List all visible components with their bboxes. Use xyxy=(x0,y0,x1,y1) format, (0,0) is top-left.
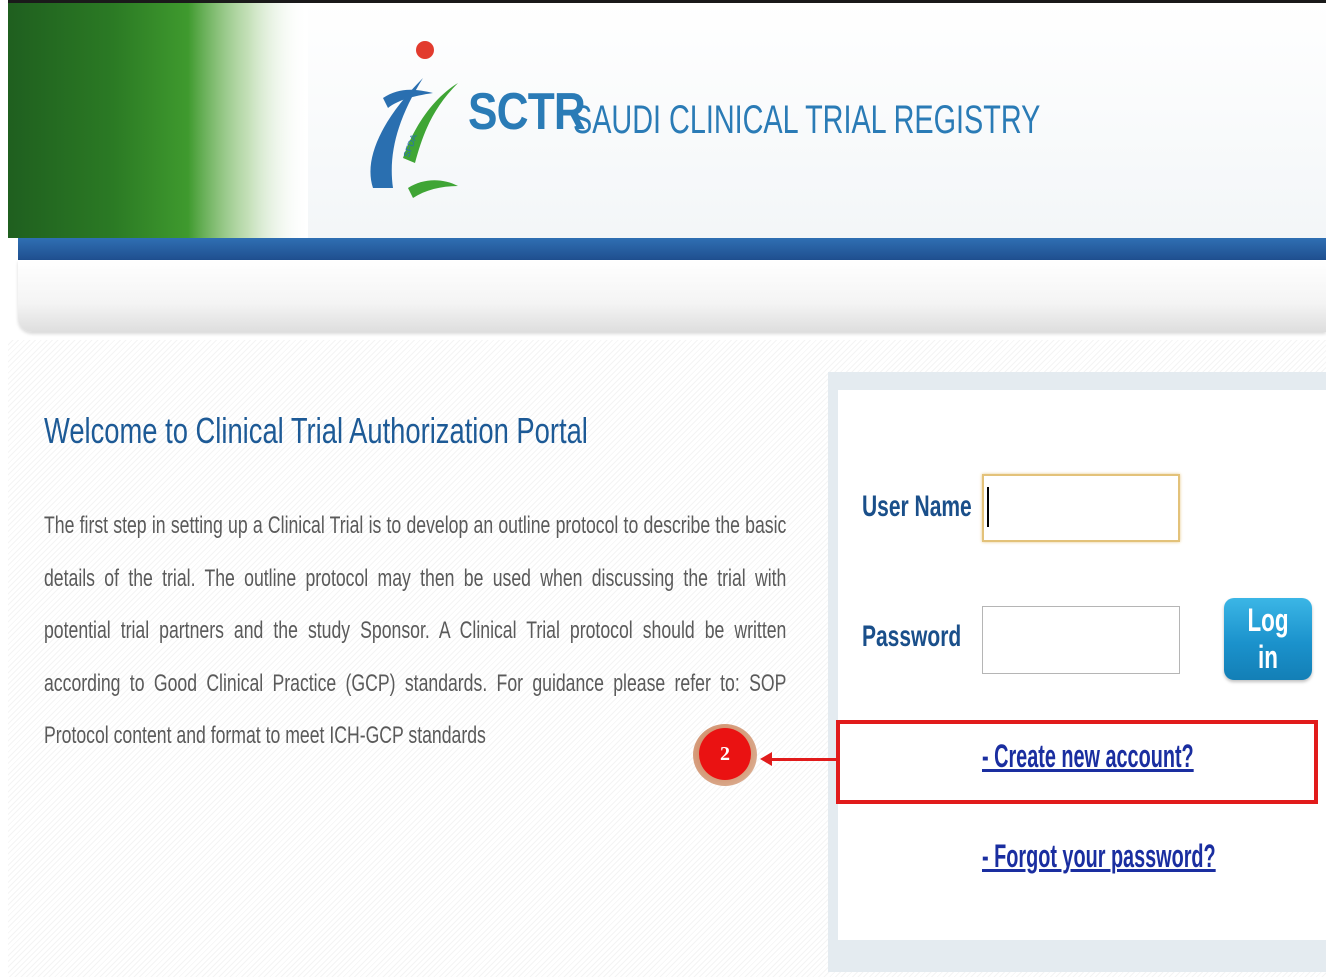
header-green-banner xyxy=(8,0,308,238)
brand-full-name: SAUDI CLINICAL TRIAL REGISTRY xyxy=(573,98,1041,142)
annotation-arrow-line xyxy=(770,758,836,761)
username-input[interactable] xyxy=(982,474,1180,542)
password-label: Password xyxy=(862,620,962,653)
username-label: User Name xyxy=(862,490,972,523)
header-top-line xyxy=(8,0,1326,3)
password-input[interactable] xyxy=(982,606,1180,674)
page-title: Welcome to Clinical Trial Authorization … xyxy=(44,410,588,451)
annotation-arrow-head-icon xyxy=(760,752,772,766)
step-number: 2 xyxy=(699,728,751,780)
highlight-box xyxy=(836,720,1318,804)
sfda-logo-icon: SFDA xyxy=(370,41,458,198)
forgot-password-link[interactable]: - Forgot your password? xyxy=(982,838,1216,875)
intro-paragraph: The first step in setting up a Clinical … xyxy=(44,512,787,749)
text-cursor xyxy=(987,487,989,527)
navigation-bar xyxy=(18,260,1326,332)
login-button-label: Log in xyxy=(1247,602,1289,675)
site-header: SFDA SCTR SAUDI CLINICAL TRIAL REGISTRY xyxy=(8,0,1326,238)
login-button[interactable]: Log in xyxy=(1224,598,1312,680)
header-blue-bar xyxy=(18,238,1326,260)
brand-abbreviation: SCTR xyxy=(468,83,586,141)
